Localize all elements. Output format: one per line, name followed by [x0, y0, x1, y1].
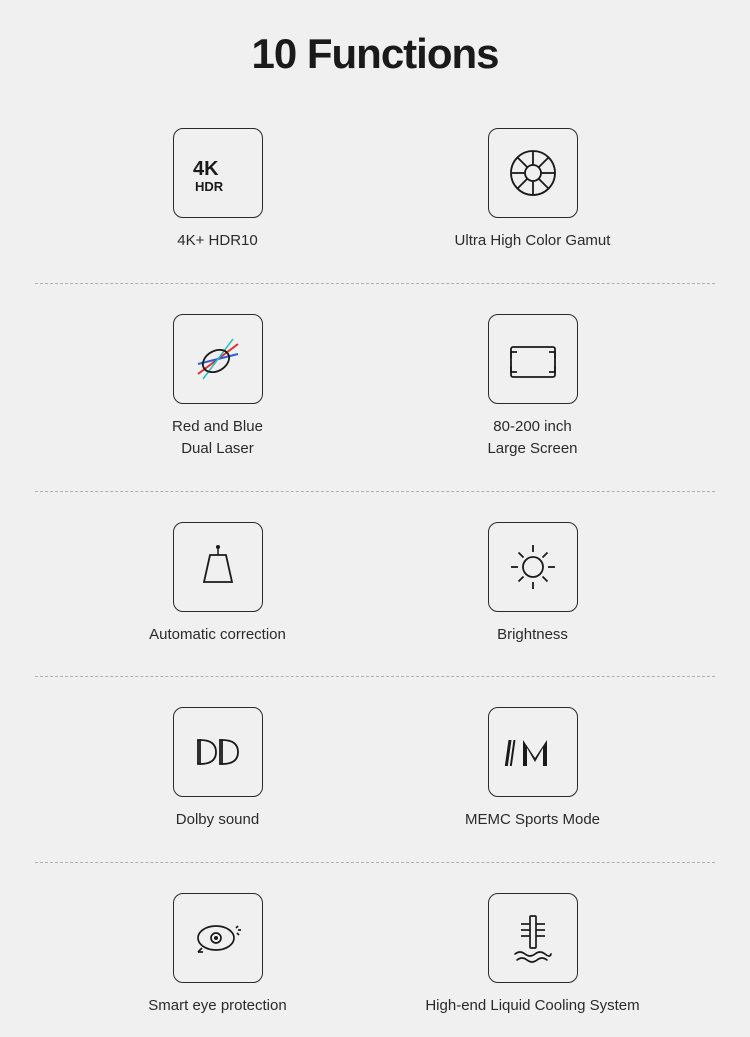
- dual-laser-label: Red and BlueDual Laser: [172, 416, 263, 461]
- feature-eye-protection: Smart eye protection: [108, 893, 328, 1018]
- auto-correction-icon: [188, 537, 248, 597]
- feature-row-3: Automatic correction Brightness: [0, 502, 750, 667]
- feature-row-4: Dolby sound MEMC Sports Mode: [0, 687, 750, 852]
- svg-text:4K: 4K: [193, 158, 219, 180]
- memc-icon: [503, 722, 563, 782]
- page-title: 10 Functions: [251, 30, 498, 78]
- divider-3: [35, 676, 715, 677]
- dual-laser-icon: [188, 329, 248, 389]
- 4k-hdr-icon-box: 4K HDR: [173, 128, 263, 218]
- brightness-label: Brightness: [497, 624, 568, 647]
- feature-row-1: 4K HDR 4K+ HDR10 Ultra High Color Gamut: [0, 108, 750, 273]
- dolby-sound-icon-box: [173, 707, 263, 797]
- feature-row-2: Red and BlueDual Laser 80-200 inchLarge …: [0, 294, 750, 481]
- divider-4: [35, 862, 715, 863]
- liquid-cooling-label: High-end Liquid Cooling System: [425, 995, 639, 1018]
- divider-2: [35, 491, 715, 492]
- feature-4k-hdr: 4K HDR 4K+ HDR10: [108, 128, 328, 253]
- eye-protection-icon-box: [173, 893, 263, 983]
- liquid-cooling-icon-box: [488, 893, 578, 983]
- large-screen-label: 80-200 inchLarge Screen: [487, 416, 577, 461]
- dual-laser-icon-box: [173, 314, 263, 404]
- liquid-cooling-icon: [503, 908, 563, 968]
- dolby-sound-icon: [188, 722, 248, 782]
- 4k-hdr-icon: 4K HDR: [188, 143, 248, 203]
- 4k-hdr-label: 4K+ HDR10: [177, 230, 257, 253]
- eye-protection-icon: [188, 908, 248, 968]
- feature-dolby-sound: Dolby sound: [108, 707, 328, 832]
- brightness-icon-box: [488, 522, 578, 612]
- color-gamut-icon: [503, 143, 563, 203]
- brightness-icon: [503, 537, 563, 597]
- eye-protection-label: Smart eye protection: [148, 995, 286, 1018]
- large-screen-icon: [503, 329, 563, 389]
- auto-correction-label: Automatic correction: [149, 624, 286, 647]
- feature-color-gamut: Ultra High Color Gamut: [423, 128, 643, 253]
- feature-brightness: Brightness: [423, 522, 643, 647]
- feature-large-screen: 80-200 inchLarge Screen: [423, 314, 643, 461]
- color-gamut-icon-box: [488, 128, 578, 218]
- feature-row-5: Smart eye protection High-end Liquid Coo…: [0, 873, 750, 1037]
- feature-liquid-cooling: High-end Liquid Cooling System: [423, 893, 643, 1018]
- feature-memc: MEMC Sports Mode: [423, 707, 643, 832]
- auto-correction-icon-box: [173, 522, 263, 612]
- memc-label: MEMC Sports Mode: [465, 809, 600, 832]
- divider-1: [35, 283, 715, 284]
- memc-icon-box: [488, 707, 578, 797]
- feature-auto-correction: Automatic correction: [108, 522, 328, 647]
- large-screen-icon-box: [488, 314, 578, 404]
- svg-text:HDR: HDR: [195, 179, 224, 194]
- feature-dual-laser: Red and BlueDual Laser: [108, 314, 328, 461]
- dolby-sound-label: Dolby sound: [176, 809, 259, 832]
- color-gamut-label: Ultra High Color Gamut: [455, 230, 611, 253]
